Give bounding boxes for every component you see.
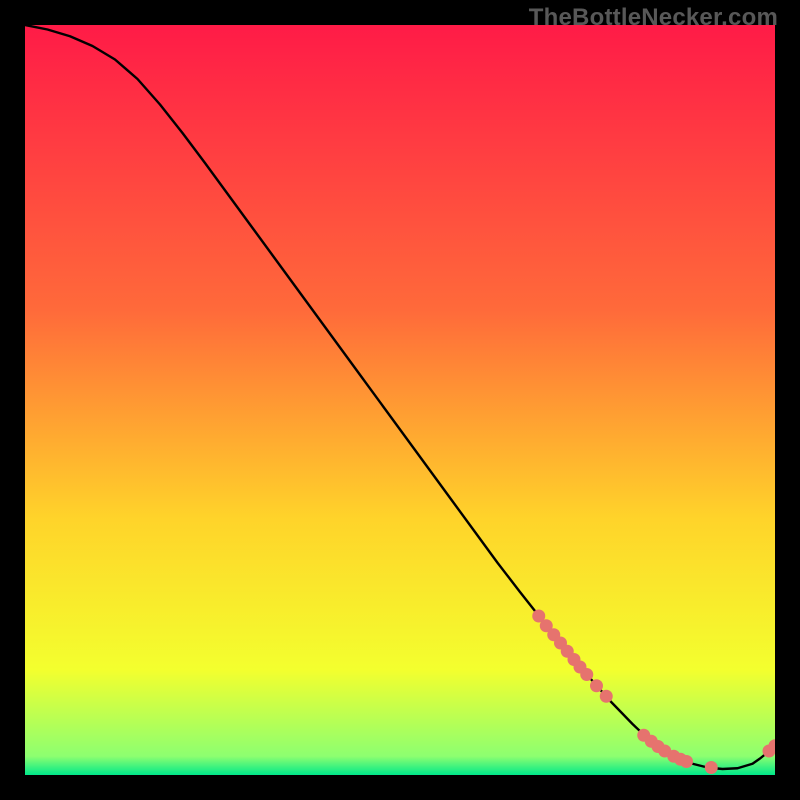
marker-point — [600, 690, 613, 703]
chart-stage: TheBottleNecker.com — [0, 0, 800, 800]
marker-point — [680, 755, 693, 768]
bottleneck-chart — [25, 25, 775, 775]
marker-point — [590, 679, 603, 692]
marker-point — [705, 761, 718, 774]
marker-point — [580, 668, 593, 681]
plot-background — [25, 25, 775, 775]
